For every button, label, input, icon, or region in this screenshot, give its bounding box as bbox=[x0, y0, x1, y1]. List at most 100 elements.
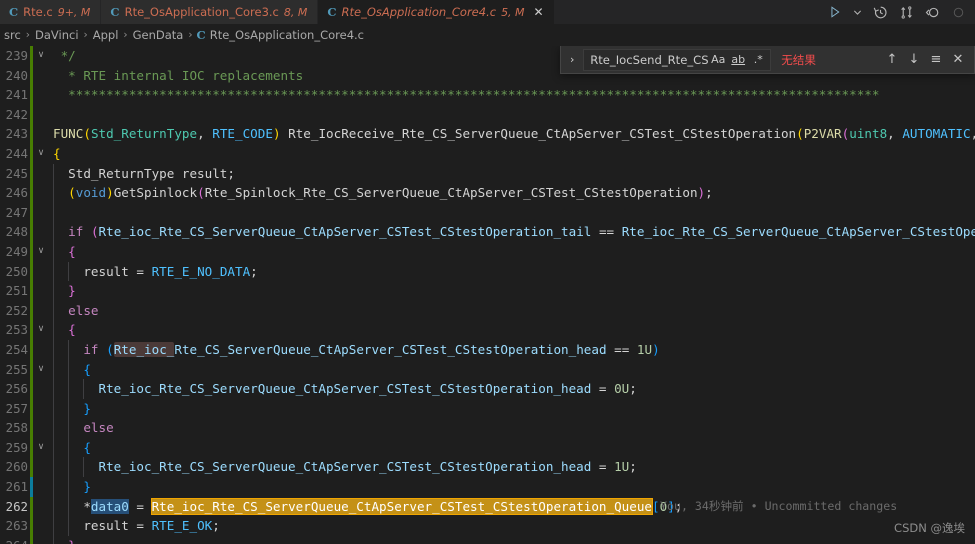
code-line[interactable]: 251 } bbox=[0, 281, 975, 301]
fold-toggle-icon[interactable]: ∨ bbox=[33, 320, 49, 340]
code-line[interactable]: 245 Std_ReturnType result; bbox=[0, 163, 975, 184]
find-input[interactable]: Rte_IocSend_Rte_CS_S‹ bbox=[590, 49, 708, 71]
code-line[interactable]: 241 ************************************… bbox=[0, 85, 975, 105]
code-line[interactable]: 261 } bbox=[0, 477, 975, 497]
code-line[interactable]: 257 } bbox=[0, 398, 975, 419]
code-line[interactable]: 242 bbox=[0, 104, 975, 125]
breadcrumb-item-2[interactable]: Appl bbox=[92, 28, 120, 42]
code-line[interactable]: 247 bbox=[0, 202, 975, 223]
match-case-icon[interactable]: Aa bbox=[708, 50, 728, 70]
code-text: } bbox=[49, 477, 91, 497]
tab-meta: 9+, M bbox=[57, 5, 91, 19]
code-token: FUNC bbox=[53, 126, 84, 142]
find-close-button[interactable]: ✕ bbox=[948, 49, 968, 71]
code-token: { bbox=[53, 145, 61, 161]
find-next-button[interactable]: ↓ bbox=[904, 49, 924, 71]
code-token: * RTE internal IOC replacements bbox=[53, 67, 304, 83]
code-text: else bbox=[49, 301, 98, 321]
line-number: 248 bbox=[5, 224, 28, 240]
breadcrumb-separator: › bbox=[83, 29, 88, 41]
code-token: ) bbox=[697, 185, 706, 201]
code-text: { bbox=[49, 438, 91, 458]
fold-toggle-icon[interactable]: ∨ bbox=[33, 242, 49, 262]
code-token: ; bbox=[629, 459, 637, 475]
code-line[interactable]: 243 FUNC(Std_ReturnType, RTE_CODE) Rte_Io… bbox=[0, 124, 975, 144]
git-diff-indicator bbox=[30, 300, 33, 321]
fold-toggle-icon[interactable]: ∨ bbox=[33, 144, 49, 164]
fold-toggle-icon[interactable]: ∨ bbox=[33, 46, 49, 66]
code-line[interactable]: 263 result = RTE_E_OK; bbox=[0, 516, 975, 536]
code-line[interactable]: 262 *data0 = Rte_ioc_Rte_CS_ServerQueue_… bbox=[0, 496, 975, 517]
code-line[interactable]: 250 result = RTE_E_NO_DATA; bbox=[0, 261, 975, 282]
code-line[interactable]: 260 Rte_ioc_Rte_CS_ServerQueue_CtApServe… bbox=[0, 457, 975, 478]
code-line[interactable]: 258 else bbox=[0, 418, 975, 438]
git-diff-indicator bbox=[30, 339, 33, 360]
editor-tab-2[interactable]: C Rte_OsApplication_Core4.c 5, M ✕ bbox=[318, 0, 555, 24]
code-line[interactable]: 248 if (Rte_ioc_Rte_CS_ServerQueue_CtApS… bbox=[0, 222, 975, 242]
code-token-highlight: data0 bbox=[90, 498, 129, 514]
code-line[interactable]: 259 ∨ { bbox=[0, 437, 975, 458]
more-actions-icon[interactable] bbox=[950, 4, 966, 20]
find-in-selection-button[interactable]: ≡ bbox=[926, 49, 946, 71]
code-token: == bbox=[606, 341, 637, 357]
code-token: ****************************************… bbox=[53, 87, 880, 103]
breadcrumb-item-3[interactable]: GenData bbox=[132, 28, 185, 42]
code-token: { bbox=[53, 439, 91, 455]
git-diff-indicator bbox=[30, 163, 33, 184]
code-token: = bbox=[591, 381, 615, 397]
find-previous-button[interactable]: ↑ bbox=[882, 49, 902, 71]
fold-toggle-icon[interactable]: ∨ bbox=[33, 360, 49, 380]
editor-tab-0[interactable]: C Rte.c 9+, M bbox=[0, 0, 102, 24]
breadcrumb-separator: › bbox=[188, 29, 193, 41]
line-number: 251 bbox=[5, 283, 28, 299]
code-line[interactable]: 249 ∨ { bbox=[0, 241, 975, 262]
revert-icon[interactable] bbox=[924, 4, 940, 20]
whole-word-icon[interactable]: ab bbox=[728, 50, 748, 70]
fold-toggle-icon[interactable]: ∨ bbox=[33, 438, 49, 458]
code-line[interactable]: 253 ∨ { bbox=[0, 320, 975, 340]
code-token: { bbox=[53, 322, 76, 338]
tab-close-icon[interactable]: ✕ bbox=[534, 6, 544, 18]
code-token: P2VAR bbox=[803, 126, 842, 142]
editor-tab-1[interactable]: C Rte_OsApplication_Core3.c 8, M bbox=[101, 0, 319, 24]
code-editor[interactable]: 239 ∨ */ 240 * RTE internal IOC replacemen… bbox=[0, 46, 975, 544]
breadcrumb-item-0[interactable]: src bbox=[3, 28, 22, 42]
code-token: ; bbox=[250, 263, 258, 279]
line-number: 263 bbox=[5, 518, 28, 534]
editor-tab-bar: C Rte.c 9+, M C Rte_OsApplication_Core3.c 8, … bbox=[0, 0, 975, 24]
timeline-history-icon[interactable] bbox=[872, 4, 888, 20]
code-token: , bbox=[197, 126, 213, 142]
code-line[interactable]: 254 if (Rte_ioc_Rte_CS_ServerQueue_CtApS… bbox=[0, 339, 975, 360]
code-line[interactable]: 256 Rte_ioc_Rte_CS_ServerQueue_CtApServe… bbox=[0, 379, 975, 399]
code-token: == bbox=[591, 224, 622, 240]
toggle-replace-icon[interactable]: › bbox=[563, 48, 581, 72]
line-number: 244 bbox=[5, 145, 28, 161]
tab-meta: 8, M bbox=[283, 5, 308, 19]
breadcrumb-item-1[interactable]: DaVinci bbox=[34, 28, 80, 42]
code-token: ; bbox=[705, 185, 713, 201]
git-diff-indicator bbox=[30, 183, 33, 203]
git-diff-indicator bbox=[30, 418, 33, 438]
code-line[interactable]: 246 (void)GetSpinlock(Rte_Spinlock_Rte_C… bbox=[0, 183, 975, 203]
code-line[interactable]: 252 else bbox=[0, 300, 975, 321]
code-text: if (Rte_ioc_Rte_CS_ServerQueue_CtApServe… bbox=[49, 340, 660, 360]
code-line[interactable]: 244 ∨{ bbox=[0, 143, 975, 164]
code-text: } bbox=[49, 281, 76, 301]
use-regex-icon[interactable]: .* bbox=[748, 50, 768, 70]
chevron-down-icon[interactable] bbox=[853, 4, 862, 20]
code-token: 1U bbox=[614, 459, 630, 475]
tab-label: Rte_OsApplication_Core3.c bbox=[124, 5, 279, 19]
breadcrumb-file[interactable]: Rte_OsApplication_Core4.c bbox=[209, 28, 365, 42]
code-lines: 239 ∨ */ 240 * RTE internal IOC replacemen… bbox=[0, 46, 975, 544]
code-token: result = bbox=[53, 263, 152, 279]
code-token: if bbox=[83, 341, 99, 357]
code-line[interactable]: 255 ∨ { bbox=[0, 359, 975, 380]
run-button[interactable] bbox=[827, 4, 843, 20]
split-compare-icon[interactable] bbox=[898, 4, 914, 20]
git-diff-indicator bbox=[30, 398, 33, 419]
git-diff-indicator bbox=[30, 104, 33, 125]
code-text: Std_ReturnType result; bbox=[49, 164, 235, 184]
find-input-box[interactable]: Rte_IocSend_Rte_CS_S‹ Aa ab .* bbox=[583, 48, 772, 71]
